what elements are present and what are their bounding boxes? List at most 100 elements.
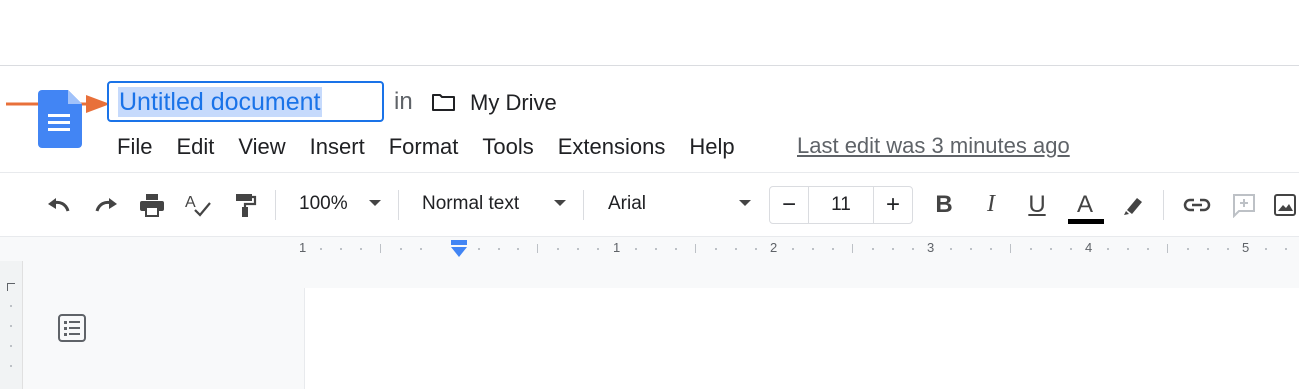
zoom-caret-icon[interactable] [369, 200, 381, 206]
ruler-dot [517, 248, 519, 250]
ruler-dot [1127, 248, 1129, 250]
undo-icon[interactable] [44, 190, 74, 220]
spellcheck-icon[interactable]: A [183, 190, 213, 220]
document-title-input[interactable]: Untitled document [107, 81, 384, 122]
top-divider [0, 65, 1299, 66]
insert-link-icon[interactable] [1182, 190, 1212, 220]
ruler-dot [597, 248, 599, 250]
ruler-dot [400, 248, 402, 250]
text-color-button[interactable]: A [1070, 191, 1100, 219]
ruler-label: 4 [1085, 240, 1093, 255]
ruler-dot [10, 305, 12, 307]
style-caret-icon[interactable] [554, 200, 566, 206]
toolbar-separator [275, 190, 276, 220]
paragraph-style-select[interactable]: Normal text [422, 193, 519, 215]
text-color-swatch [1068, 219, 1104, 224]
underline-button[interactable]: U [1022, 191, 1052, 219]
horizontal-ruler[interactable] [0, 236, 1299, 262]
ruler-dot [577, 248, 579, 250]
ruler-dot [635, 248, 637, 250]
ruler-label: 1 [613, 240, 621, 255]
menu-insert[interactable]: Insert [310, 134, 365, 160]
italic-button[interactable]: I [976, 191, 1006, 218]
ruler-dot [498, 248, 500, 250]
ruler-dot [675, 248, 677, 250]
redo-icon[interactable] [91, 190, 121, 220]
ruler-dot [950, 248, 952, 250]
ruler-dot [735, 248, 737, 250]
svg-text:A: A [185, 194, 196, 211]
ruler-dot [360, 248, 362, 250]
ruler-dot [715, 248, 717, 250]
insert-image-icon[interactable] [1270, 190, 1299, 220]
vertical-ruler-marker [7, 283, 8, 291]
ruler-dot [832, 248, 834, 250]
ruler-dot [1030, 248, 1032, 250]
font-size-input[interactable]: 11 [808, 187, 874, 223]
ruler-dot [420, 248, 422, 250]
ruler-tick [1010, 244, 1011, 253]
ruler-dot [1227, 248, 1229, 250]
ruler-dot [1050, 248, 1052, 250]
ruler-label: 2 [770, 240, 778, 255]
ruler-tick [1167, 244, 1168, 253]
ruler-dot [1207, 248, 1209, 250]
ruler-dot [755, 248, 757, 250]
ruler-dot [970, 248, 972, 250]
ruler-tick [380, 244, 381, 253]
docs-logo-icon[interactable] [38, 90, 82, 148]
font-select[interactable]: Arial [608, 193, 646, 215]
document-page[interactable] [304, 288, 1299, 389]
top-blank-area [0, 0, 1299, 65]
ruler-dot [320, 248, 322, 250]
font-caret-icon[interactable] [739, 200, 751, 206]
ruler-label: 3 [927, 240, 935, 255]
ruler-dot [1187, 248, 1189, 250]
menu-tools[interactable]: Tools [482, 134, 533, 160]
ruler-tick [695, 244, 696, 253]
increase-font-size-button[interactable]: + [874, 187, 912, 223]
highlight-icon[interactable] [1119, 190, 1149, 220]
toolbar-separator [398, 190, 399, 220]
menu-file[interactable]: File [117, 134, 152, 160]
menu-bar: File Edit View Insert Format Tools Exten… [117, 133, 759, 161]
ruler-dot [557, 248, 559, 250]
ruler-dot [872, 248, 874, 250]
ruler-dot [478, 248, 480, 250]
document-outline-icon[interactable] [57, 313, 87, 343]
ruler-dot [1070, 248, 1072, 250]
menu-format[interactable]: Format [389, 134, 459, 160]
menu-edit[interactable]: Edit [176, 134, 214, 160]
ruler-dot [1285, 248, 1287, 250]
bold-button[interactable]: B [929, 191, 959, 219]
menu-help[interactable]: Help [689, 134, 734, 160]
add-comment-icon[interactable] [1229, 190, 1259, 220]
indent-marker-icon[interactable] [449, 240, 469, 258]
ruler-dot [812, 248, 814, 250]
ruler-tick [852, 244, 853, 253]
ruler-dot [1147, 248, 1149, 250]
folder-icon[interactable] [431, 92, 456, 112]
menu-extensions[interactable]: Extensions [558, 134, 666, 160]
print-icon[interactable] [137, 190, 167, 220]
ruler-dot [340, 248, 342, 250]
zoom-select[interactable]: 100% [299, 193, 348, 215]
folder-name[interactable]: My Drive [470, 90, 557, 116]
paint-format-icon[interactable] [230, 190, 260, 220]
ruler-label: 5 [1242, 240, 1250, 255]
ruler-dot [10, 325, 12, 327]
menu-view[interactable]: View [238, 134, 285, 160]
ruler-dot [655, 248, 657, 250]
toolbar-divider [0, 172, 1299, 173]
ruler-dot [1107, 248, 1109, 250]
ruler-dot [10, 345, 12, 347]
last-edit-link[interactable]: Last edit was 3 minutes ago [797, 133, 1070, 159]
ruler-dot [892, 248, 894, 250]
toolbar-separator [583, 190, 584, 220]
ruler-dot [792, 248, 794, 250]
decrease-font-size-button[interactable]: − [770, 187, 808, 223]
ruler-label: 1 [299, 240, 307, 255]
ruler-dot [990, 248, 992, 250]
font-size-stepper: − 11 + [769, 186, 913, 224]
ruler-dot [912, 248, 914, 250]
